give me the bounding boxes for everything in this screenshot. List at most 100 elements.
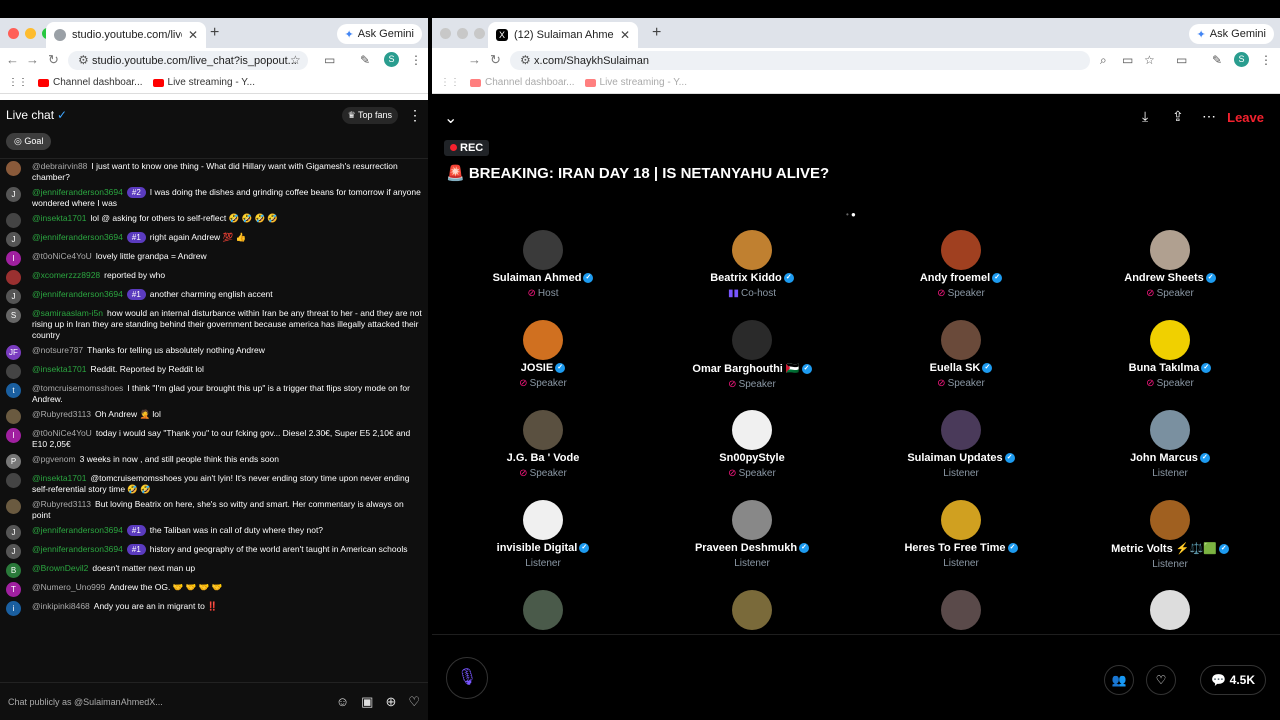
- participant[interactable]: Metric Volts ⚡⚖️🟩 ✓ Listener: [1075, 500, 1265, 570]
- forward-icon[interactable]: →: [26, 52, 39, 67]
- chat-options-icon[interactable]: ⋮: [408, 107, 422, 124]
- reload-icon[interactable]: ↻: [490, 52, 501, 68]
- participant-avatar[interactable]: [523, 590, 563, 630]
- profile-avatar[interactable]: S: [384, 52, 399, 67]
- username[interactable]: @jenniferanderson3694: [32, 289, 123, 299]
- user-avatar[interactable]: JF: [6, 345, 21, 360]
- participant[interactable]: Sulaiman Ahmed ✓ ⊘ Host: [448, 230, 638, 299]
- user-avatar[interactable]: I: [6, 428, 21, 443]
- bookmark-item[interactable]: Channel dashboar...: [38, 77, 143, 88]
- participant[interactable]: Sulaiman Updates ✓ Listener: [866, 410, 1056, 479]
- participant[interactable]: Beatrix Kiddo ✓ ▮▮ Co-host: [657, 230, 847, 299]
- participant-avatar[interactable]: [732, 320, 772, 360]
- favorite-button[interactable]: ♡: [1146, 665, 1176, 695]
- participant-avatar[interactable]: [1150, 590, 1190, 630]
- browser-tab[interactable]: X (12) Sulaiman Ahmed (@S ✕: [488, 22, 638, 48]
- emoji-icon[interactable]: ☺: [336, 694, 349, 709]
- participant-avatar[interactable]: [523, 410, 563, 450]
- user-avatar[interactable]: i: [6, 601, 21, 616]
- goal-button[interactable]: ◎ Goal: [6, 132, 52, 150]
- participant[interactable]: Heres To Free Time ✓ Listener: [866, 500, 1056, 569]
- chat-message[interactable]: t @tomcruisemomsshoes I think "I'm glad yo…: [0, 381, 428, 407]
- minimize-window-button[interactable]: [457, 28, 468, 39]
- username[interactable]: @Rubyred3113: [32, 409, 91, 419]
- profile-avatar[interactable]: S: [1234, 52, 1249, 67]
- user-avatar[interactable]: T: [6, 582, 21, 597]
- participant[interactable]: John Marcus ✓ Listener: [1075, 410, 1265, 479]
- user-avatar[interactable]: [6, 161, 21, 176]
- username[interactable]: @jenniferanderson3694: [32, 525, 123, 535]
- user-avatar[interactable]: P: [6, 454, 21, 469]
- menu-icon[interactable]: ⋮: [410, 53, 422, 67]
- participant[interactable]: [866, 590, 1056, 632]
- chat-message[interactable]: @insekta1701 Reddit. Reported by Reddit l…: [0, 362, 428, 381]
- participant-avatar[interactable]: [941, 590, 981, 630]
- user-avatar[interactable]: J: [6, 544, 21, 559]
- participant[interactable]: JOSIE ✓ ⊘ Speaker: [448, 320, 638, 389]
- username[interactable]: @tomcruisemomsshoes: [32, 383, 123, 393]
- participant[interactable]: Buna Takılma ✓ ⊘ Speaker: [1075, 320, 1265, 389]
- chat-message[interactable]: J @jenniferanderson3694 #1 the Taliban was …: [0, 523, 428, 542]
- username[interactable]: @Numero_Uno999: [32, 582, 105, 592]
- participant-avatar[interactable]: [523, 230, 563, 270]
- username[interactable]: @jenniferanderson3694: [32, 544, 123, 554]
- close-window-button[interactable]: [440, 28, 451, 39]
- chat-message[interactable]: JF @notsure787 Thanks for telling us absol…: [0, 343, 428, 362]
- participant[interactable]: Praveen Deshmukh ✓ Listener: [657, 500, 847, 569]
- participant[interactable]: J.G. Ba ' Vode ⊘ Speaker: [448, 410, 638, 479]
- participant-avatar[interactable]: [523, 500, 563, 540]
- user-avatar[interactable]: B: [6, 563, 21, 578]
- user-avatar[interactable]: I: [6, 251, 21, 266]
- people-button[interactable]: 👥: [1104, 665, 1134, 695]
- bookmark-star-icon[interactable]: ☆: [290, 53, 301, 67]
- user-avatar[interactable]: [6, 213, 21, 228]
- zoom-icon[interactable]: ⌕: [1100, 53, 1107, 68]
- chat-message[interactable]: I @t0oNiCe4YoU lovely little grandpa = And…: [0, 249, 428, 268]
- participant-avatar[interactable]: [1150, 410, 1190, 450]
- participant-avatar[interactable]: [732, 230, 772, 270]
- username[interactable]: @notsure787: [32, 345, 83, 355]
- add-icon[interactable]: ⊕: [385, 694, 396, 710]
- apps-icon[interactable]: ⋮⋮: [8, 77, 28, 88]
- user-avatar[interactable]: S: [6, 308, 21, 323]
- chat-message[interactable]: @insekta1701 @tomcruisemomsshoes you ain'…: [0, 471, 428, 497]
- apps-icon[interactable]: ⋮⋮: [440, 77, 460, 88]
- chat-message[interactable]: J @jenniferanderson3694 #1 history and geog…: [0, 542, 428, 561]
- participant-avatar[interactable]: [1150, 500, 1190, 540]
- username[interactable]: @debrairvin88: [32, 161, 87, 171]
- extension-icon[interactable]: ✎: [1212, 53, 1222, 67]
- participant-avatar[interactable]: [941, 230, 981, 270]
- username[interactable]: @jenniferanderson3694: [32, 232, 123, 242]
- chat-message[interactable]: P @pgvenom 3 weeks in now , and still peop…: [0, 452, 428, 471]
- minimize-space-icon[interactable]: ⤓: [1142, 108, 1148, 125]
- participant[interactable]: [657, 590, 847, 632]
- forward-icon[interactable]: →: [468, 52, 481, 67]
- back-icon[interactable]: ←: [432, 52, 433, 67]
- back-icon[interactable]: ←: [6, 52, 19, 67]
- chat-message[interactable]: T @Numero_Uno999 Andrew the OG. 🤝 🤝 🤝 🤝: [0, 580, 428, 599]
- participant-avatar[interactable]: [523, 320, 563, 360]
- browser-tab[interactable]: studio.youtube.com/live_chat ✕: [46, 22, 206, 48]
- reload-icon[interactable]: ↻: [48, 52, 59, 68]
- username[interactable]: @BrownDevil2: [32, 563, 88, 573]
- chat-message[interactable]: @Rubyred3113 Oh Andrew 🤦 lol: [0, 407, 428, 426]
- participant[interactable]: Sn00pyStyle ⊘ Speaker: [657, 410, 847, 479]
- leave-button[interactable]: Leave: [1227, 110, 1264, 125]
- user-avatar[interactable]: [6, 270, 21, 285]
- chat-message[interactable]: @xcomerzzz8928 reported by who: [0, 268, 428, 287]
- close-tab-icon[interactable]: ✕: [620, 28, 630, 42]
- chat-message[interactable]: S @samiraaslam-i5n how would an internal d…: [0, 306, 428, 343]
- new-tab-button[interactable]: +: [652, 24, 661, 42]
- username[interactable]: @pgvenom: [32, 454, 76, 464]
- install-icon[interactable]: ▭: [1122, 53, 1133, 67]
- username[interactable]: @xcomerzzz8928: [32, 270, 100, 280]
- url-field[interactable]: studio.youtube.com/live_chat?is_popout..…: [68, 51, 308, 70]
- user-avatar[interactable]: J: [6, 525, 21, 540]
- chat-message[interactable]: @insekta1701 lol @ asking for others to s…: [0, 211, 428, 230]
- participant-avatar[interactable]: [941, 410, 981, 450]
- top-fans-dropdown[interactable]: ♛ Top fans: [341, 106, 398, 124]
- ask-gemini-button[interactable]: ✦ Ask Gemini: [336, 24, 422, 44]
- site-info-icon[interactable]: ⚙: [78, 53, 89, 67]
- bookmark-item[interactable]: Live streaming - Y...: [584, 77, 687, 88]
- participant-avatar[interactable]: [1150, 320, 1190, 360]
